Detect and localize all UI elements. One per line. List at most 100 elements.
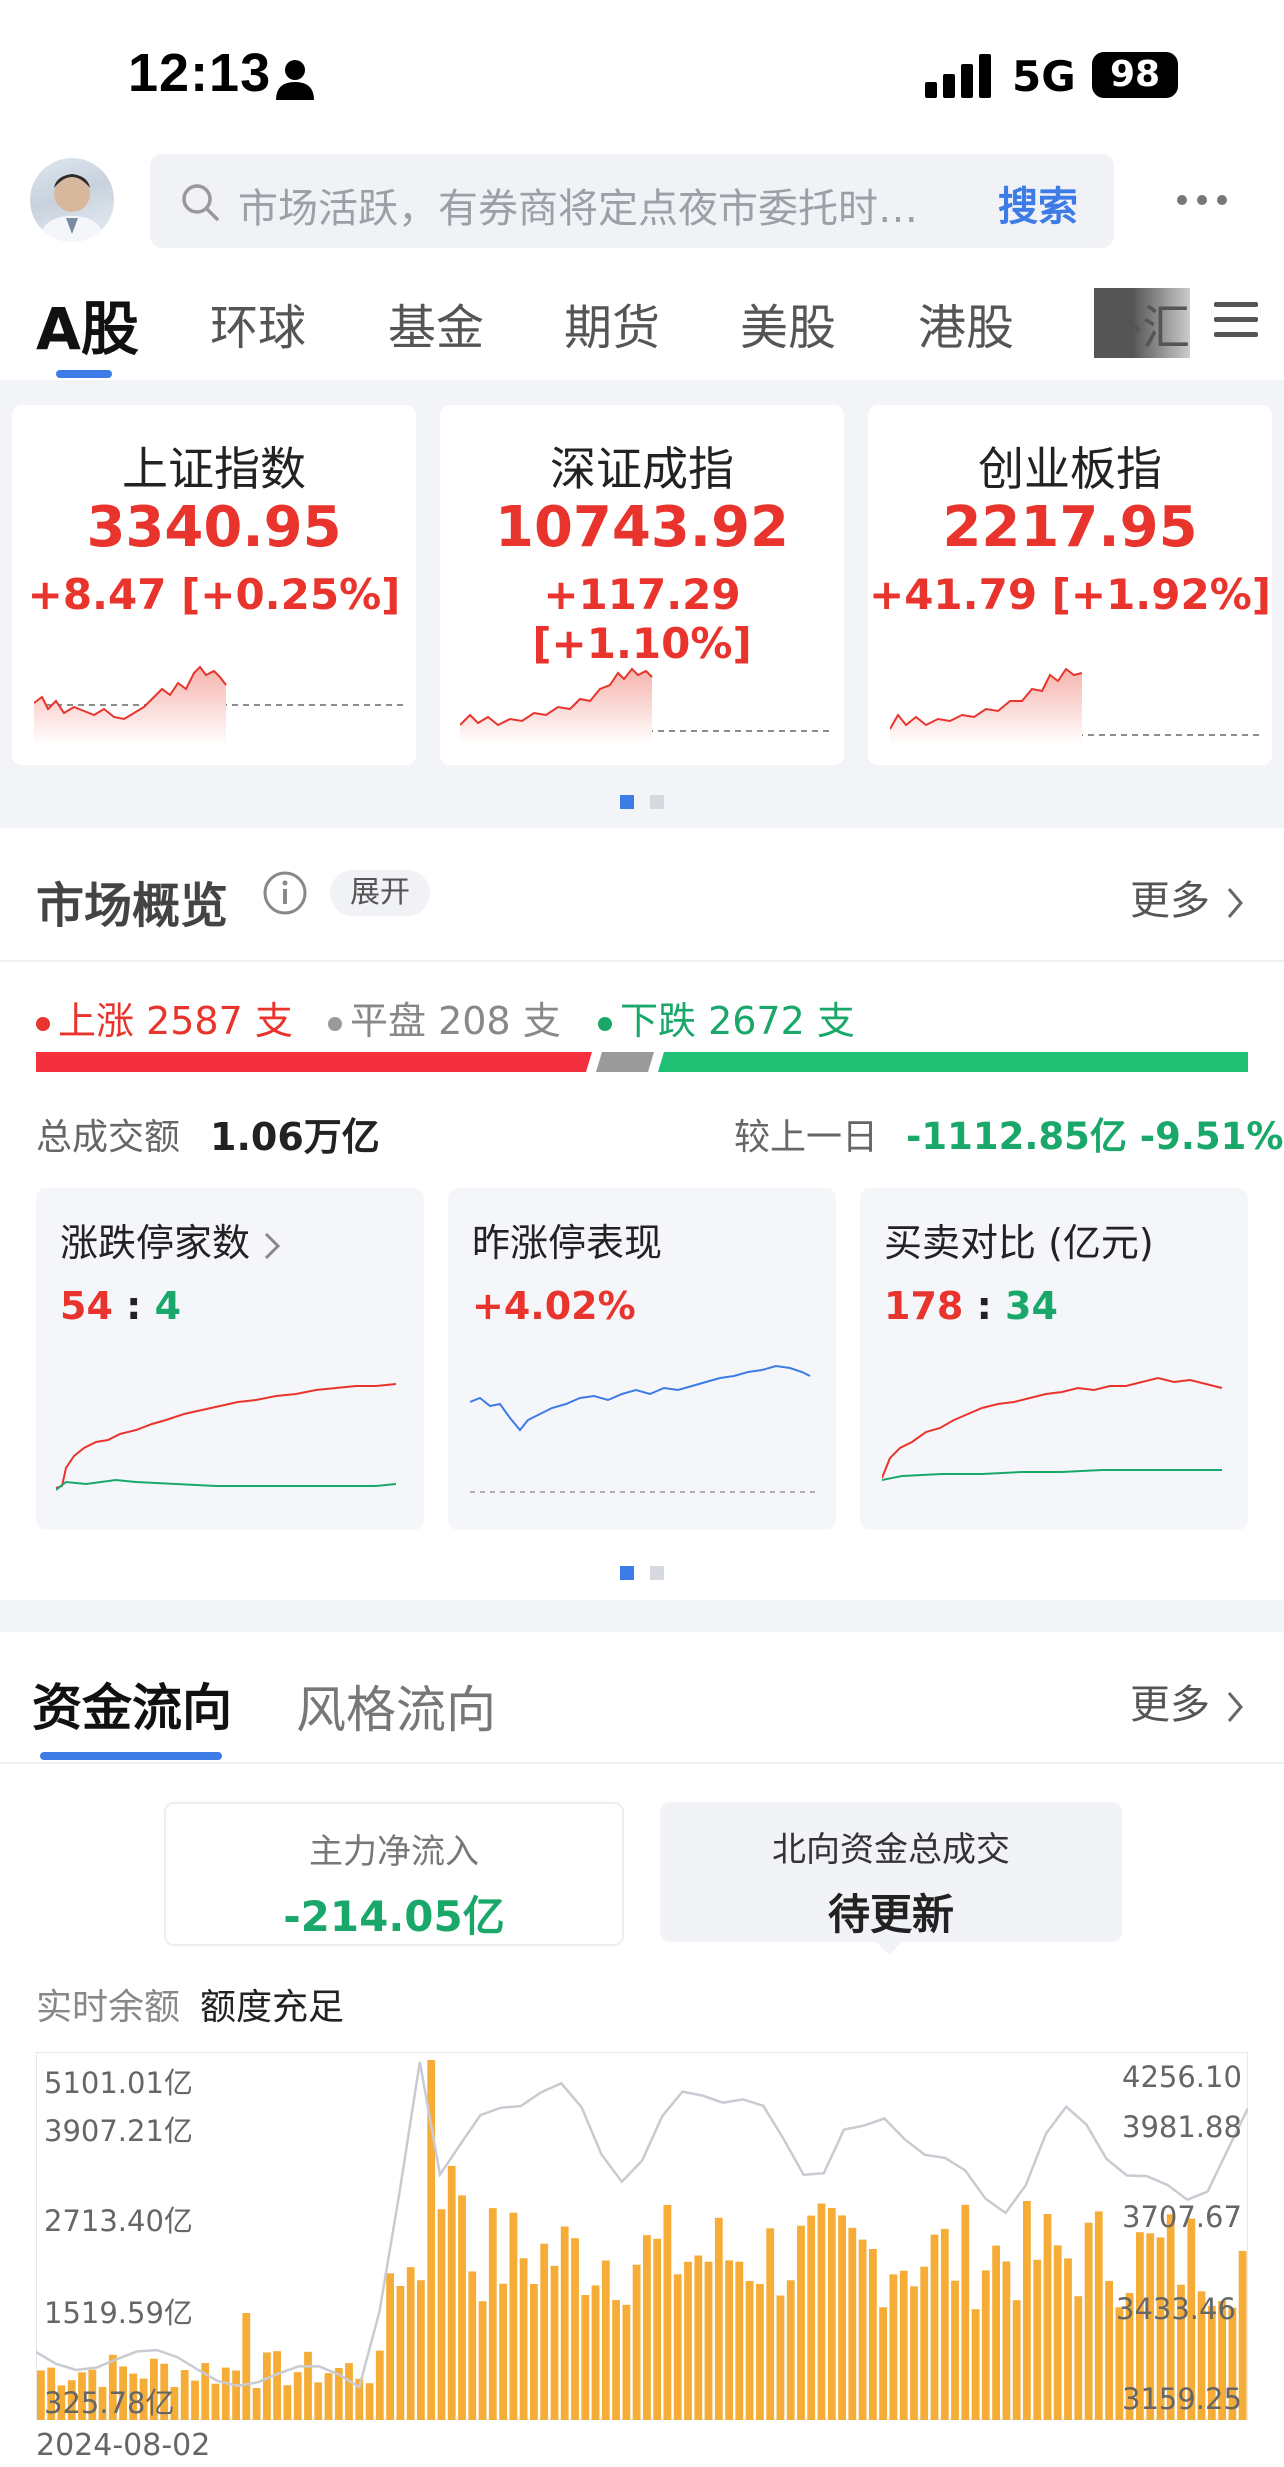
flow-bar: [776, 2295, 785, 2420]
pointer-triangle: [874, 1940, 904, 1955]
flow-bar: [509, 2212, 518, 2420]
quota-label: 实时余额: [36, 1987, 181, 2028]
info-icon[interactable]: [262, 870, 308, 916]
limit-chart: [56, 1383, 397, 1491]
flow-bar: [571, 2238, 579, 2420]
flow-bar: [838, 2215, 846, 2420]
card-title: 涨跌停家数: [60, 1212, 284, 1267]
flow-bar: [766, 2228, 775, 2420]
flow-bar: [540, 2243, 549, 2420]
flow-bar: [1084, 2222, 1093, 2420]
tab-style-flow[interactable]: 风格流向: [296, 1670, 496, 1742]
search-input[interactable]: 市场活跃，有券商将定点夜市委托时…: [238, 176, 938, 234]
flow-bar: [622, 2304, 631, 2420]
flat-dot: [328, 1016, 342, 1031]
tab-a-shares[interactable]: A股: [36, 282, 139, 366]
flow-bar: [1053, 2245, 1062, 2420]
main-inflow-value: -214.05亿: [283, 1892, 505, 1941]
tab-forex[interactable]: 外汇: [1094, 288, 1190, 358]
index-card-shanghai[interactable]: 上证指数 3340.95 +8.47 [+0.25%]: [12, 405, 416, 765]
search-button[interactable]: 搜索: [998, 174, 1078, 232]
menu-icon[interactable]: [1214, 300, 1258, 340]
limit-up-down-card[interactable]: 涨跌停家数 54 : 4: [36, 1188, 424, 1530]
flow-bar: [478, 2301, 487, 2420]
flow-bar: [756, 2284, 764, 2420]
flow-bar: [232, 2370, 240, 2420]
down-count: 下跌 2672 支: [598, 990, 855, 1045]
left-axis-label: 325.78亿: [44, 2386, 175, 2420]
flow-bar: [211, 2383, 220, 2420]
expand-button[interactable]: 展开: [330, 870, 430, 916]
tab-hk-stocks[interactable]: 港股: [918, 288, 1014, 358]
index-sparkline: [460, 667, 830, 745]
flow-bar: [920, 2266, 929, 2420]
flow-bar: [304, 2351, 312, 2420]
flow-bar: [684, 2261, 692, 2420]
right-axis-label: 3159.25: [1122, 2382, 1242, 2416]
flow-bar: [499, 2283, 507, 2420]
flow-bar: [879, 2307, 887, 2420]
search-bar[interactable]: 市场活跃，有券商将定点夜市委托时… 搜索: [150, 154, 1114, 248]
flow-bar: [930, 2234, 939, 2420]
index-value: 3340.95: [86, 495, 342, 560]
page-indicator-active: [620, 1566, 634, 1580]
flow-more-link[interactable]: 更多: [1130, 1672, 1247, 1730]
card-title: 买卖对比 (亿元): [884, 1221, 1154, 1265]
left-axis-label: 5101.01亿: [44, 2066, 193, 2100]
flow-bar: [827, 2208, 836, 2420]
overview-more-link[interactable]: 更多: [1130, 868, 1247, 926]
flow-bar: [694, 2255, 703, 2420]
index-card-chinext[interactable]: 创业板指 2217.95 +41.79 [+1.92%]: [868, 405, 1272, 765]
index-change: +41.79 [+1.92%]: [869, 570, 1271, 619]
flow-bar: [940, 2228, 949, 2420]
down-bar: [658, 1052, 1248, 1072]
flat-count: 平盘 208 支: [328, 990, 561, 1045]
flow-bar: [1002, 2261, 1011, 2420]
flow-bar: [221, 2367, 230, 2420]
flow-bar: [263, 2352, 271, 2420]
flow-bar: [1033, 2259, 1042, 2420]
tab-fund-flow[interactable]: 资金流向: [32, 1668, 232, 1740]
flow-bar: [468, 2271, 477, 2420]
flow-bar: [581, 2295, 590, 2420]
yesterday-limit-up-card[interactable]: 昨涨停表现 +4.02%: [448, 1188, 836, 1530]
flow-bar: [447, 2165, 456, 2420]
flow-bar: [550, 2265, 559, 2420]
avatar[interactable]: [30, 158, 114, 242]
flow-bar: [612, 2300, 620, 2420]
tab-us-stocks[interactable]: 美股: [740, 288, 836, 358]
flow-bar: [663, 2204, 672, 2420]
flow-bar: [417, 2280, 425, 2420]
ellipsis-icon[interactable]: [1176, 192, 1228, 208]
flow-bar: [519, 2258, 528, 2420]
flow-bar: [1043, 2214, 1052, 2420]
tab-futures[interactable]: 期货: [564, 288, 660, 358]
tab-global[interactable]: 环球: [210, 288, 306, 358]
index-value: 2217.95: [942, 495, 1198, 560]
divider: [0, 1762, 1284, 1764]
flow-bar: [530, 2284, 538, 2420]
quota-value: 额度充足: [200, 1987, 345, 2028]
flow-bar: [1012, 2300, 1021, 2420]
north-label: 北向资金总成交: [772, 1830, 1010, 1870]
index-name: 深证成指: [550, 442, 734, 496]
advance-decline-bar: [36, 1052, 1248, 1072]
buy-sell-ratio-card[interactable]: 买卖对比 (亿元) 178 : 34: [860, 1188, 1248, 1530]
flow-bar: [386, 2273, 394, 2420]
north-bound-card[interactable]: 北向资金总成交 待更新: [660, 1802, 1122, 1942]
flow-bar: [242, 2313, 251, 2420]
index-card-shenzhen[interactable]: 深证成指 10743.92 +117.29 [+1.10%]: [440, 405, 844, 765]
main-inflow-card[interactable]: 主力净流入 -214.05亿: [164, 1802, 624, 1946]
tab-funds[interactable]: 基金: [388, 288, 484, 358]
flat-label: 平盘 208 支: [350, 999, 561, 1043]
index-name: 上证指数: [122, 442, 306, 496]
flow-chart: [36, 2052, 1248, 2420]
flow-bar: [437, 2209, 446, 2420]
flow-bar: [180, 2370, 189, 2420]
flow-bar: [653, 2238, 662, 2420]
turnover-value: 1.06万亿: [210, 1115, 380, 1159]
flow-bar: [725, 2260, 733, 2420]
page-indicator-active: [620, 795, 634, 809]
flow-bar: [601, 2260, 610, 2420]
tab-indicator: [40, 1752, 222, 1760]
